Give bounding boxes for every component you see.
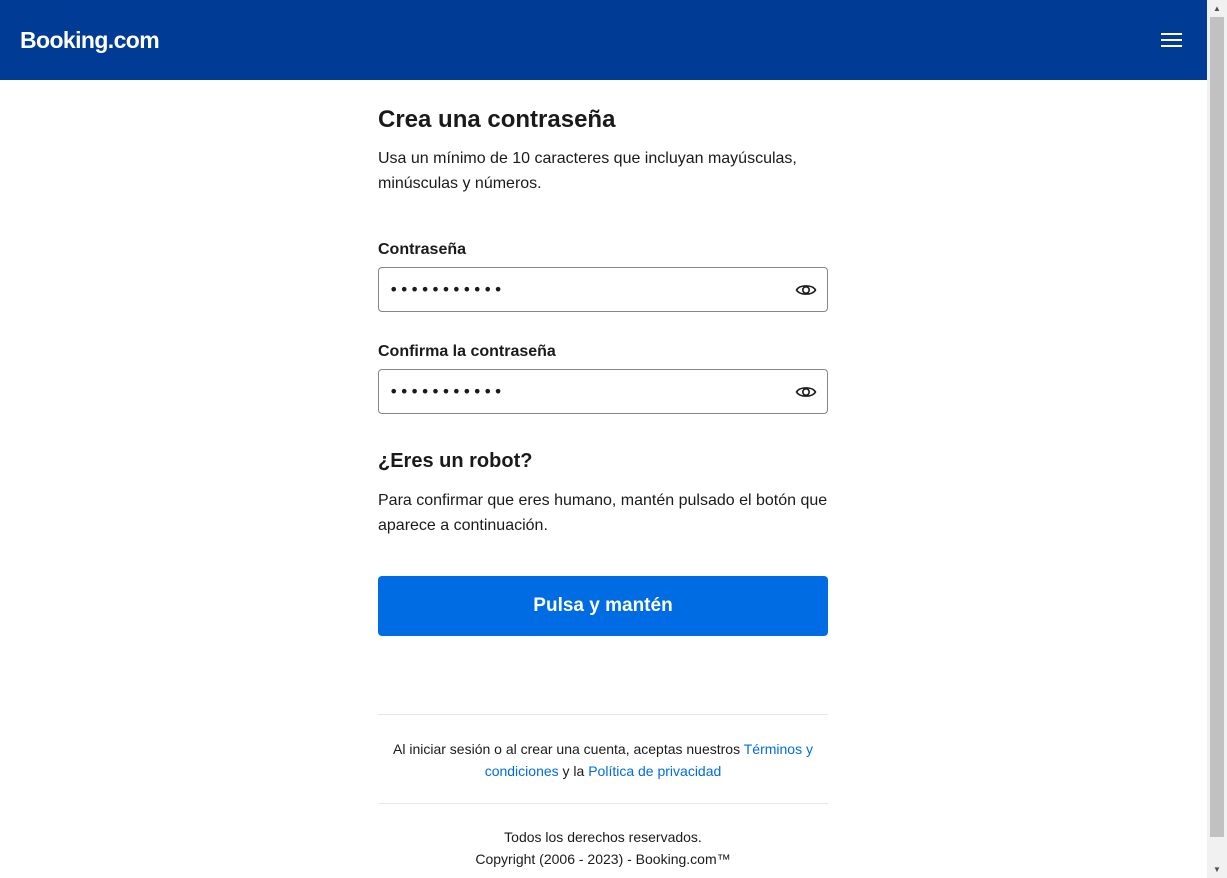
password-requirements: Usa un mínimo de 10 caracteres que inclu…: [378, 150, 797, 192]
divider: [378, 714, 828, 715]
hamburger-menu-icon[interactable]: [1157, 28, 1185, 52]
scroll-thumb[interactable]: [1210, 17, 1224, 837]
scrollbar[interactable]: ▲ ▼: [1207, 0, 1227, 878]
robot-check-title: ¿Eres un robot?: [378, 450, 533, 472]
page-title: Crea una contraseña: [378, 106, 616, 133]
booking-logo[interactable]: Booking.com: [20, 26, 160, 54]
confirm-password-input[interactable]: [379, 370, 827, 413]
privacy-link[interactable]: Política de privacidad: [588, 763, 721, 779]
press-and-hold-button[interactable]: Pulsa y mantén: [378, 576, 828, 636]
page: Booking.com Crea una contraseña Usa un m…: [0, 0, 1227, 878]
legal-notice: Al iniciar sesión o al crear una cuenta,…: [378, 738, 828, 782]
confirm-password-label: Confirma la contraseña: [378, 343, 556, 360]
scroll-up-arrow-icon[interactable]: ▲: [1207, 0, 1227, 17]
password-input[interactable]: [379, 268, 827, 311]
legal-prefix: Al iniciar sesión o al crear una cuenta,…: [393, 741, 741, 757]
divider: [378, 803, 828, 804]
copyright-text: Copyright (2006 - 2023) - Booking.com™: [475, 851, 731, 867]
site-header: Booking.com: [0, 0, 1207, 80]
footer: Todos los derechos reservados. Copyright…: [378, 826, 828, 870]
legal-conjunction: y la: [562, 763, 585, 779]
scroll-down-arrow-icon[interactable]: ▼: [1207, 861, 1227, 878]
password-field-wrapper: [378, 267, 828, 312]
eye-icon[interactable]: [793, 278, 819, 302]
rights-text: Todos los derechos reservados.: [504, 829, 702, 845]
robot-check-text: Para confirmar que eres humano, mantén p…: [378, 492, 828, 534]
eye-icon[interactable]: [793, 380, 819, 404]
password-label: Contraseña: [378, 241, 467, 258]
create-password-form: Crea una contraseña Usa un mínimo de 10 …: [378, 104, 828, 870]
confirm-password-field-wrapper: [378, 369, 828, 414]
